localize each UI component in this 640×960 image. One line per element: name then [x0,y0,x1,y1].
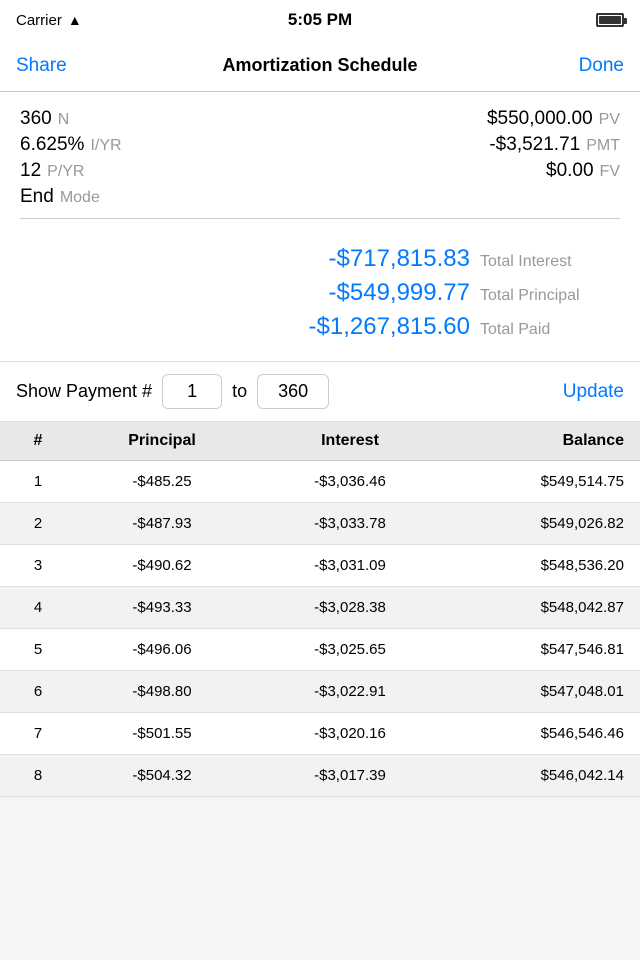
n-param: 360 N [20,108,69,130]
col-header-balance: Balance [444,432,632,450]
total-principal-label: Total Principal [480,287,620,305]
params-section: 360 N $550,000.00 PV 6.625% I/YR -$3,521… [0,92,640,239]
payment-to-label: to [232,381,247,402]
cell-num: 4 [8,599,68,616]
cell-num: 8 [8,767,68,784]
table-row: 8 -$504.32 -$3,017.39 $546,042.14 [0,755,640,797]
carrier-text: Carrier [16,12,62,29]
mode-value: End [20,186,54,208]
pyr-value: 12 [20,160,41,182]
table-row: 6 -$498.80 -$3,022.91 $547,048.01 [0,671,640,713]
cell-balance: $546,042.14 [444,767,632,784]
total-paid-label: Total Paid [480,321,620,339]
cell-principal: -$501.55 [68,725,256,742]
payment-range-label: Show Payment # [16,381,152,402]
total-principal-value: -$549,999.77 [210,279,470,307]
table-header: # Principal Interest Balance [0,422,640,461]
cell-principal: -$490.62 [68,557,256,574]
done-button[interactable]: Done [564,55,624,77]
table-row: 5 -$496.06 -$3,025.65 $547,546.81 [0,629,640,671]
fv-label: FV [600,163,620,181]
total-paid-row: -$1,267,815.60 Total Paid [20,313,620,341]
cell-principal: -$504.32 [68,767,256,784]
table-row: 2 -$487.93 -$3,033.78 $549,026.82 [0,503,640,545]
cell-balance: $549,514.75 [444,473,632,490]
pyr-label: P/YR [47,163,84,181]
cell-interest: -$3,020.16 [256,725,444,742]
col-header-principal: Principal [68,432,256,450]
fv-param: $0.00 FV [546,160,620,182]
cell-balance: $547,546.81 [444,641,632,658]
pmt-param: -$3,521.71 PMT [489,134,620,156]
col-header-num: # [8,432,68,450]
total-interest-row: -$717,815.83 Total Interest [20,245,620,273]
share-button[interactable]: Share [16,55,76,77]
cell-balance: $547,048.01 [444,683,632,700]
params-row-2: 6.625% I/YR -$3,521.71 PMT [20,134,620,156]
n-value: 360 [20,108,52,130]
cell-interest: -$3,022.91 [256,683,444,700]
mode-param: End Mode [20,186,100,208]
cell-principal: -$493.33 [68,599,256,616]
cell-interest: -$3,036.46 [256,473,444,490]
cell-interest: -$3,017.39 [256,767,444,784]
cell-interest: -$3,033.78 [256,515,444,532]
cell-balance: $548,042.87 [444,599,632,616]
cell-principal: -$498.80 [68,683,256,700]
pv-label: PV [599,111,620,129]
total-paid-value: -$1,267,815.60 [210,313,470,341]
cell-interest: -$3,025.65 [256,641,444,658]
cell-principal: -$496.06 [68,641,256,658]
cell-balance: $548,536.20 [444,557,632,574]
wifi-icon: ▲ [68,12,82,28]
cell-num: 1 [8,473,68,490]
update-button[interactable]: Update [563,381,624,403]
pv-value: $550,000.00 [487,108,593,130]
cell-num: 6 [8,683,68,700]
params-divider [20,218,620,219]
pyr-param: 12 P/YR [20,160,84,182]
total-interest-label: Total Interest [480,253,620,271]
nav-bar: Share Amortization Schedule Done [0,40,640,92]
table-row: 4 -$493.33 -$3,028.38 $548,042.87 [0,587,640,629]
status-time: 5:05 PM [288,10,352,30]
cell-num: 2 [8,515,68,532]
cell-balance: $549,026.82 [444,515,632,532]
carrier-label: Carrier ▲ [16,12,82,29]
total-interest-value: -$717,815.83 [210,245,470,273]
params-row-1: 360 N $550,000.00 PV [20,108,620,130]
fv-value: $0.00 [546,160,594,182]
iyr-value: 6.625% [20,134,84,156]
table-row: 3 -$490.62 -$3,031.09 $548,536.20 [0,545,640,587]
cell-interest: -$3,031.09 [256,557,444,574]
iyr-param: 6.625% I/YR [20,134,122,156]
battery-icon [596,13,624,27]
table-row: 7 -$501.55 -$3,020.16 $546,546.46 [0,713,640,755]
page-title: Amortization Schedule [76,55,564,76]
params-row-4: End Mode [20,186,620,208]
cell-interest: -$3,028.38 [256,599,444,616]
total-principal-row: -$549,999.77 Total Principal [20,279,620,307]
pv-param: $550,000.00 PV [487,108,620,130]
pmt-label: PMT [586,137,620,155]
table-row: 1 -$485.25 -$3,036.46 $549,514.75 [0,461,640,503]
cell-num: 3 [8,557,68,574]
table-body: 1 -$485.25 -$3,036.46 $549,514.75 2 -$48… [0,461,640,797]
params-row-3: 12 P/YR $0.00 FV [20,160,620,182]
cell-principal: -$487.93 [68,515,256,532]
cell-num: 7 [8,725,68,742]
cell-num: 5 [8,641,68,658]
mode-label: Mode [60,189,100,207]
totals-section: -$717,815.83 Total Interest -$549,999.77… [0,239,640,361]
cell-balance: $546,546.46 [444,725,632,742]
cell-principal: -$485.25 [68,473,256,490]
pmt-value: -$3,521.71 [489,134,580,156]
payment-from-input[interactable] [162,374,222,409]
payment-to-input[interactable] [257,374,329,409]
payment-range-bar: Show Payment # to Update [0,361,640,422]
status-bar: Carrier ▲ 5:05 PM [0,0,640,40]
iyr-label: I/YR [90,137,121,155]
col-header-interest: Interest [256,432,444,450]
n-label: N [58,111,70,129]
